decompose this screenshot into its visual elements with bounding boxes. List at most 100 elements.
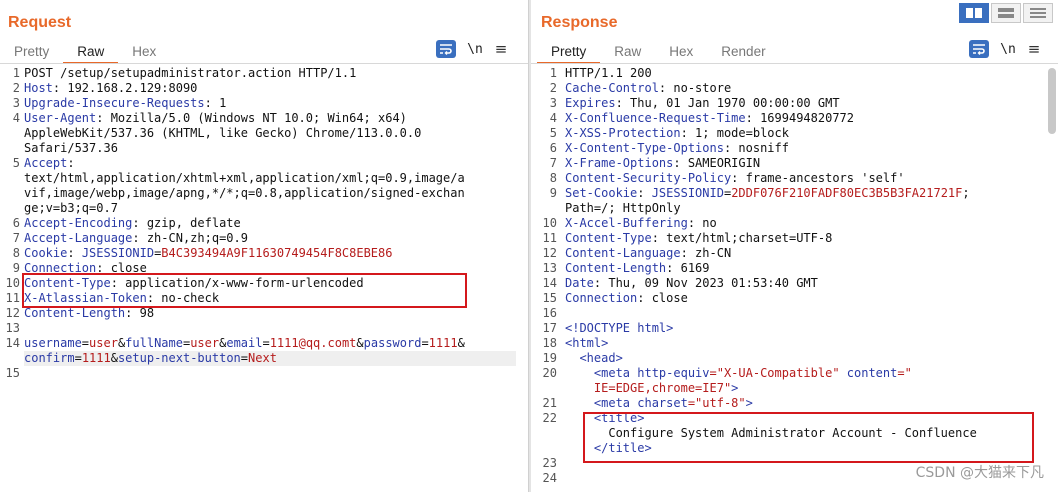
line-number: 5 [549, 126, 557, 140]
code-token: User-Agent [24, 111, 97, 125]
line-content: confirm=1111&setup-next-button=Next [24, 351, 277, 366]
show-newlines-button[interactable]: \n [999, 42, 1017, 57]
code-token: = [421, 336, 429, 350]
code-token: X-XSS-Protection [565, 126, 681, 140]
request-toolbar: \n ≡ [436, 40, 508, 58]
response-tab-divider [531, 63, 1058, 64]
code-token: : [637, 186, 652, 200]
line-content: Cookie: JSESSIONID=B4C393494A9F116307494… [24, 246, 392, 261]
word-wrap-icon[interactable] [969, 40, 989, 58]
request-tab-pretty[interactable]: Pretty [0, 40, 63, 64]
line-content: Accept-Encoding: gzip, deflate [24, 216, 241, 231]
response-scrollbar[interactable] [1048, 68, 1056, 134]
line-content: Accept: [24, 156, 75, 171]
code-token: =" [897, 366, 912, 380]
request-tab-divider [0, 63, 528, 64]
line-number: 14 [5, 336, 20, 350]
response-tab-raw[interactable]: Raw [600, 40, 655, 64]
line-number: 11 [5, 291, 20, 305]
tabbed-layout-icon[interactable] [1023, 3, 1053, 23]
layout-switcher [959, 3, 1053, 23]
code-token: Host [24, 81, 53, 95]
code-token: 1111@qq.comt [269, 336, 357, 350]
menu-icon[interactable]: ≡ [494, 40, 508, 58]
code-token: Content-Length [565, 261, 667, 275]
code-token: email [226, 336, 263, 350]
line-content: ge;v=b3;q=0.7 [24, 201, 118, 216]
code-token: & [356, 336, 364, 350]
line-content: Safari/537.36 [24, 141, 118, 156]
show-newlines-button[interactable]: \n [466, 42, 484, 57]
line-content: POST /setup/setupadministrator.action HT… [24, 66, 356, 81]
code-token: user [89, 336, 118, 350]
response-tab-render[interactable]: Render [707, 40, 779, 64]
line-content: HTTP/1.1 200 [565, 66, 652, 81]
code-token: charset [637, 396, 688, 410]
code-token: : 192.168.2.129:8090 [52, 81, 198, 95]
line-content: Content-Language: zh-CN [565, 246, 731, 261]
code-token: : SAMEORIGIN [673, 156, 761, 170]
menu-icon[interactable]: ≡ [1027, 40, 1041, 58]
code-token: Cookie [24, 246, 68, 260]
line-number: 23 [542, 456, 557, 470]
line-number: 21 [542, 396, 557, 410]
line-content: User-Agent: Mozilla/5.0 (Windows NT 10.0… [24, 111, 407, 126]
line-number: 8 [12, 246, 20, 260]
code-token: <meta [565, 366, 638, 380]
horizontal-layout-icon[interactable] [991, 3, 1021, 23]
line-content: Cache-Control: no-store [565, 81, 731, 96]
code-token: text/html,application/xhtml+xml,applicat… [24, 171, 465, 185]
line-number: 14 [542, 276, 557, 290]
line-content: Content-Length: 6169 [565, 261, 710, 276]
code-token: = [81, 336, 90, 350]
line-number: 17 [542, 321, 557, 335]
line-content: Set-Cookie: JSESSIONID=2DDF076F210FADF80… [565, 186, 970, 201]
line-number: 13 [542, 261, 557, 275]
code-token: : 1; mode=block [680, 126, 789, 140]
highlight-box-request-headers [22, 273, 467, 308]
code-token: Safari/537.36 [24, 141, 118, 155]
code-token: password [363, 336, 422, 350]
line-number: 13 [5, 321, 20, 335]
code-token: user [190, 336, 220, 350]
request-pane: Request Pretty Raw Hex \n ≡ 1 POST /setup… [0, 0, 528, 492]
code-token: <!DOCTYPE html> [565, 321, 674, 335]
response-tab-pretty[interactable]: Pretty [537, 40, 601, 64]
word-wrap-icon[interactable] [436, 40, 456, 58]
line-content: Host: 192.168.2.129:8090 [24, 81, 197, 96]
code-token: setup-next-button [117, 351, 241, 365]
code-token: X-Accel-Buffering [565, 216, 688, 230]
code-token: Upgrade-Insecure-Requests [24, 96, 205, 110]
response-tab-hex[interactable]: Hex [655, 40, 707, 64]
code-token: ="X-UA-Compatible" [709, 366, 847, 380]
code-token: > [731, 381, 739, 395]
request-tab-hex[interactable]: Hex [118, 40, 170, 64]
line-content: username=user&fullName=user&email=1111@q… [24, 336, 465, 351]
code-token: Cache-Control [565, 81, 659, 95]
code-token: Accept [24, 156, 68, 170]
code-token: IE=EDGE,chrome=IE7" [565, 381, 732, 395]
code-token: B4C393494A9F11630749454F8C8EBE86 [161, 246, 393, 260]
code-token: vif,image/webp,image/apng,*/*;q=0.8,appl… [24, 186, 465, 200]
line-content: X-XSS-Protection: 1; mode=block [565, 126, 789, 141]
request-tab-raw[interactable]: Raw [63, 40, 119, 64]
line-content: X-Frame-Options: SAMEORIGIN [565, 156, 760, 171]
line-number: 16 [542, 306, 557, 320]
code-token: : Mozilla/5.0 (Windows NT 10.0; Win64; x… [96, 111, 407, 125]
code-token: & [457, 336, 465, 350]
code-token: Date [565, 276, 594, 290]
code-token: confirm [24, 351, 75, 365]
code-token: & [110, 351, 118, 365]
code-token: 1111 [428, 336, 458, 350]
line-number: 12 [542, 246, 557, 260]
line-content: Content-Length: 98 [24, 306, 154, 321]
line-number: 24 [542, 471, 557, 485]
line-content: vif,image/webp,image/apng,*/*;q=0.8,appl… [24, 186, 465, 201]
line-content: <meta http-equiv="X-UA-Compatible" conte… [565, 366, 912, 381]
side-by-side-layout-icon[interactable] [959, 3, 989, 23]
code-token: = [240, 351, 249, 365]
line-number: 3 [549, 96, 557, 110]
line-number: 7 [12, 231, 20, 245]
line-content: Content-Security-Policy: frame-ancestors… [565, 171, 905, 186]
line-number: 3 [12, 96, 20, 110]
